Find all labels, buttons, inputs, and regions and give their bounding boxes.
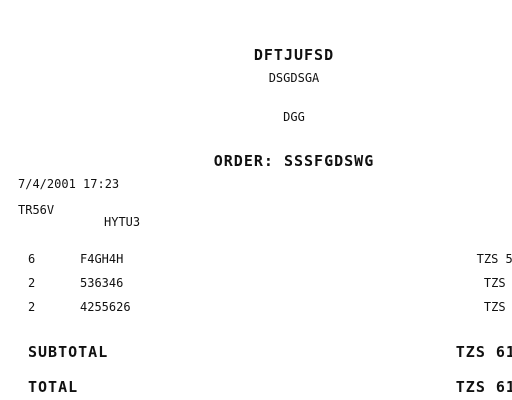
terminal-code: TR56V [18,203,55,217]
total-label: TOTAL [28,378,79,396]
subtotal-label: SUBTOTAL [28,343,109,361]
store-subtitle: DSGDSGA [268,71,320,85]
item-quantity: 2 [28,300,36,314]
store-subtitle-secondary: DGG [283,110,305,124]
receipt-codes: TR56V HYTU3 [18,192,140,240]
total-amount: TZS 615 [455,378,512,396]
item-name: 4255626 [80,300,131,314]
item-amount: TZS 59 [476,252,512,266]
receipt: DFTJUFSD DSGDSGA DGG ORDER: SSSFGDSWG 7/… [0,0,512,400]
order-line: ORDER: SSSFGDSWG [213,152,375,170]
store-name: DFTJUFSD [253,46,335,64]
receipt-datetime: 7/4/2001 17:23 [18,177,120,191]
subtotal-amount: TZS 615 [455,343,512,361]
list-item: 2 536346 TZS ( [0,276,512,292]
item-name: 536346 [80,276,124,290]
item-quantity: 6 [28,252,36,266]
item-name: F4GH4H [80,252,124,266]
item-quantity: 2 [28,276,36,290]
list-item: 6 F4GH4H TZS 59 [0,252,512,268]
item-amount: TZS 1 [483,300,506,314]
cashier-code: HYTU3 [104,215,141,229]
list-item: 2 4255626 TZS 1 [0,300,512,316]
item-amount: TZS ( [483,276,506,290]
